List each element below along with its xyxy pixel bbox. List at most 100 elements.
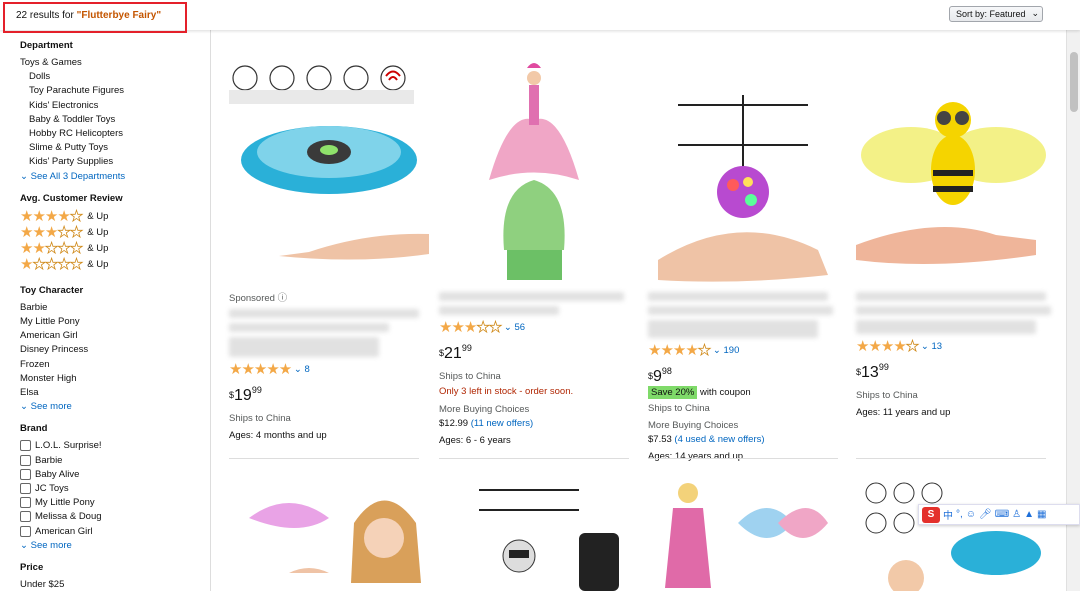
checkbox[interactable] <box>20 483 31 495</box>
info-icon: ⓘ <box>277 293 288 304</box>
keyboard-icon[interactable]: ⌨ <box>995 509 1009 520</box>
shipping-info: Ships to China <box>856 390 918 401</box>
product-title[interactable] <box>648 292 828 301</box>
department-item[interactable]: Toy Parachute Figures <box>20 84 210 98</box>
user-icon[interactable]: ♙ <box>1012 509 1021 520</box>
product-title[interactable] <box>648 320 818 338</box>
department-item[interactable]: Hobby RC Helicopters <box>20 127 210 141</box>
department-item[interactable]: Kids' Party Supplies <box>20 155 210 169</box>
punctuation-icon[interactable]: °, <box>956 509 963 520</box>
review-filter-1[interactable]: ★★★★★ & Up <box>20 255 210 273</box>
age-range: Ages: 6 - 6 years <box>439 435 511 446</box>
character-item[interactable]: American Girl <box>20 329 210 343</box>
product-title[interactable] <box>229 323 389 332</box>
checkbox[interactable] <box>20 525 31 537</box>
more-buying-choices: More Buying Choices <box>439 404 530 415</box>
chevron-down-icon: ⌄ <box>1031 8 1039 18</box>
microphone-icon[interactable]: 🎤︎ <box>979 509 992 520</box>
product-title[interactable] <box>856 292 1046 301</box>
review-count-link[interactable]: 190 <box>724 345 740 356</box>
checkbox[interactable] <box>20 440 31 452</box>
coupon[interactable]: Save 20% with coupon <box>648 386 838 399</box>
sponsored-label: Sponsored ⓘ <box>229 293 288 304</box>
checkbox[interactable] <box>20 454 31 466</box>
offers-link[interactable]: (11 new offers) <box>471 418 533 429</box>
product-image[interactable] <box>648 60 838 285</box>
brand-checkbox[interactable]: Barbie <box>20 454 210 468</box>
brand-checkbox[interactable]: Baby Alive <box>20 468 210 482</box>
department-item[interactable]: Slime & Putty Toys <box>20 141 210 155</box>
chevron-down-icon: ⌄ <box>503 322 512 334</box>
review-count-link[interactable]: 13 <box>932 341 943 352</box>
brand-checkbox[interactable]: American Girl <box>20 525 210 539</box>
review-count-link[interactable]: 56 <box>515 322 526 333</box>
character-item[interactable]: Monster High <box>20 372 210 386</box>
character-item[interactable]: Elsa <box>20 386 210 400</box>
brand-checkbox[interactable]: L.O.L. Surprise! <box>20 439 210 453</box>
brand-checkbox[interactable]: My Little Pony <box>20 496 210 510</box>
product-title[interactable] <box>229 337 379 357</box>
product-image[interactable] <box>439 478 629 591</box>
product-title[interactable] <box>856 320 1036 334</box>
more-buying-choices: More Buying Choices <box>648 420 739 431</box>
product-title[interactable] <box>229 309 419 318</box>
character-item[interactable]: Barbie <box>20 301 210 315</box>
skin-icon[interactable]: ▲ <box>1024 509 1034 520</box>
department-item[interactable]: Dolls <box>20 70 210 84</box>
see-all-departments-link[interactable]: ⌄ See All 3 Departments <box>20 170 210 184</box>
product-image[interactable] <box>648 478 838 591</box>
ime-language-toggle[interactable]: 中 <box>943 507 953 522</box>
product-image[interactable] <box>229 60 429 280</box>
review-heading: Avg. Customer Review <box>20 192 123 204</box>
brand-checkbox[interactable]: Melissa & Doug <box>20 510 210 524</box>
ime-toolbar[interactable]: S 中 °, ☺ 🎤︎ ⌨ ♙ ▲ ▦ <box>918 504 1080 525</box>
department-item[interactable]: Baby & Toddler Toys <box>20 113 210 127</box>
character-item[interactable]: Disney Princess <box>20 343 210 357</box>
shipping-info: Ships to China <box>439 371 501 382</box>
character-item[interactable]: My Little Pony <box>20 315 210 329</box>
row-divider <box>856 458 1046 459</box>
sort-dropdown[interactable]: Sort by: Featured ⌄ <box>949 6 1043 22</box>
price: $998 <box>648 366 672 385</box>
stock-warning: Only 3 left in stock - order soon. <box>439 386 574 397</box>
review-filter-4[interactable]: ★★★★★ & Up <box>20 208 210 225</box>
price-heading: Price <box>20 562 44 574</box>
product-image[interactable] <box>856 60 1051 285</box>
shipping-info: Ships to China <box>648 403 710 414</box>
department-item[interactable]: Kids' Electronics <box>20 99 210 113</box>
product-image[interactable] <box>856 478 1051 594</box>
age-range: Ages: 11 years and up <box>856 407 951 418</box>
checkbox[interactable] <box>20 497 31 509</box>
department-top[interactable]: Toys & Games <box>20 56 210 70</box>
product-title[interactable] <box>439 292 624 301</box>
checkbox[interactable] <box>20 511 31 523</box>
product-image[interactable] <box>439 60 629 285</box>
shipping-info: Ships to China <box>229 413 291 424</box>
offers-link[interactable]: (4 used & new offers) <box>674 434 764 445</box>
see-more-characters-link[interactable]: ⌄ See more <box>20 400 210 414</box>
review-filter-3[interactable]: ★★★★★ & Up <box>20 224 210 241</box>
character-item[interactable]: Frozen <box>20 358 210 372</box>
product-title[interactable] <box>439 306 559 315</box>
see-more-brands-link[interactable]: ⌄ See more <box>20 539 210 553</box>
sogou-logo-icon[interactable]: S <box>922 506 940 523</box>
review-count-link[interactable]: 8 <box>305 364 310 375</box>
rating-row: ★★★★★ ⌄ 13 <box>856 339 1051 355</box>
coupon-badge[interactable]: Save 20% <box>648 386 698 399</box>
price-filter[interactable]: Under $25 <box>20 578 210 592</box>
filter-sidebar: Department Toys & Games Dolls Toy Parach… <box>0 30 211 591</box>
chevron-down-icon: ⌄ <box>712 345 721 357</box>
product-title[interactable] <box>648 306 833 315</box>
brand-checkbox[interactable]: JC Toys <box>20 482 210 496</box>
scrollbar-thumb[interactable] <box>1070 52 1078 112</box>
review-filter-2[interactable]: ★★★★★ & Up <box>20 240 210 257</box>
grid-icon[interactable]: ▦ <box>1037 509 1046 520</box>
product-image[interactable] <box>229 478 429 591</box>
star-rating-icon: ★★★★★ <box>20 255 84 273</box>
star-rating-icon: ★★★★★ <box>648 342 712 359</box>
sort-value: Featured <box>989 9 1026 19</box>
other-offers: $7.53 (4 used & new offers) <box>648 434 765 445</box>
checkbox[interactable] <box>20 468 31 480</box>
product-title[interactable] <box>856 306 1051 315</box>
emoji-icon[interactable]: ☺ <box>966 509 976 520</box>
